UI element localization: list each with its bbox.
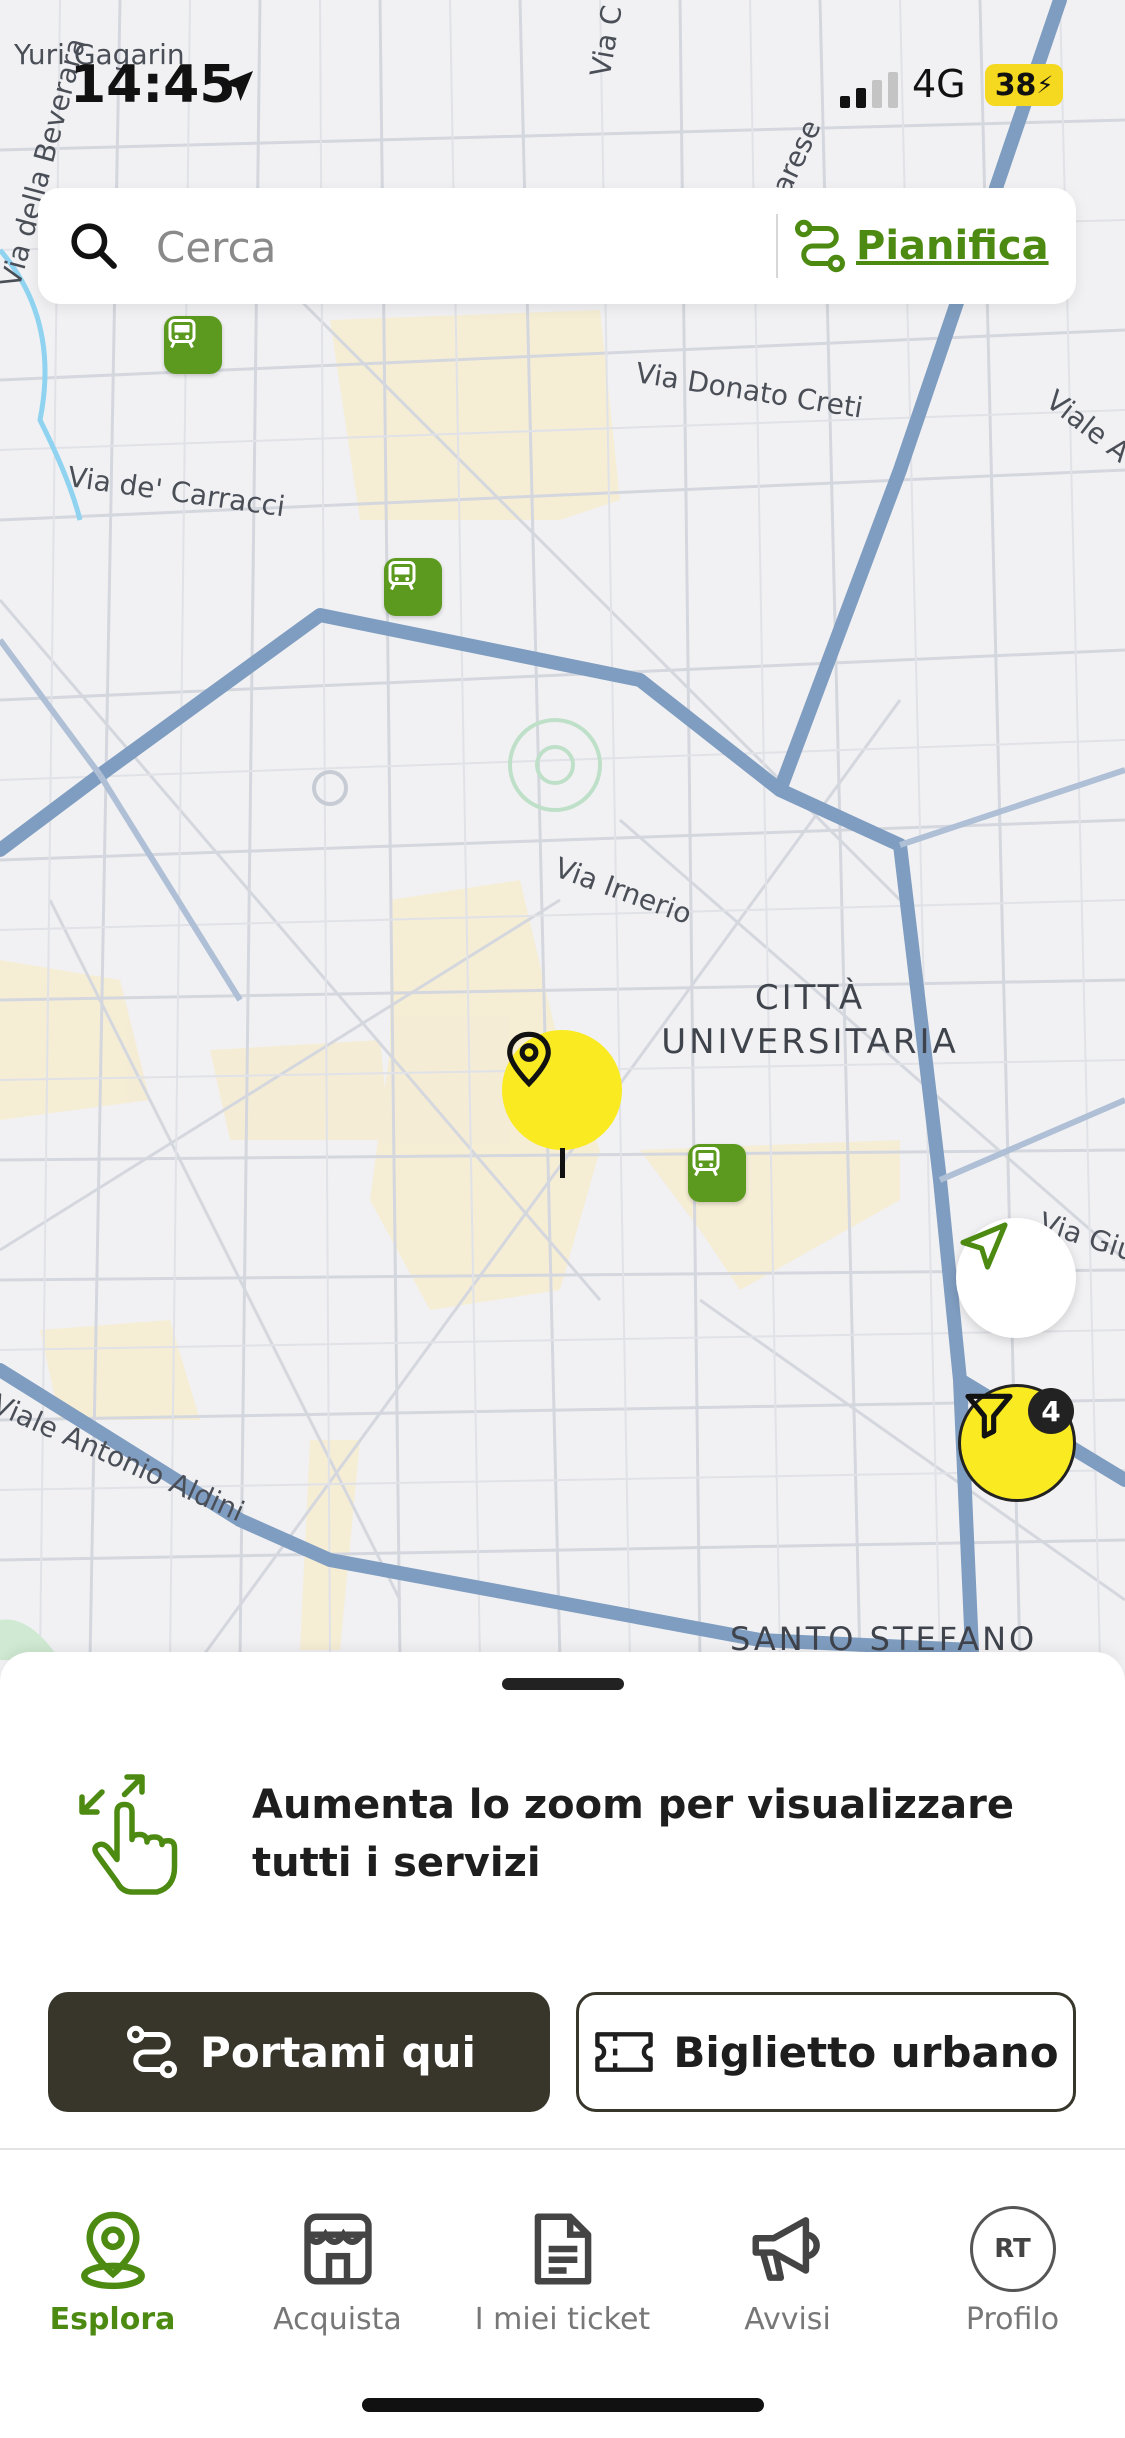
tab-avvisi[interactable]: Avvisi (675, 2206, 900, 2356)
tab-label: Avvisi (744, 2302, 831, 2337)
search-bar: Pianifica (38, 188, 1076, 304)
urban-ticket-button[interactable]: Biglietto urbano (576, 1992, 1076, 2112)
search-icon (71, 223, 117, 269)
bus-icon (168, 319, 196, 349)
tab-icon-wrapper: RT (969, 2206, 1056, 2292)
district-label-line1: CITTÀ (754, 978, 866, 1018)
plan-route-button[interactable]: Pianifica (790, 208, 1072, 284)
charging-icon: ⚡ (1036, 71, 1054, 99)
transit-stop-marker[interactable] (688, 1144, 746, 1202)
tab-esplora[interactable]: Esplora (0, 2206, 225, 2356)
pinch-zoom-icon (79, 1774, 178, 1895)
plan-route-label: Pianifica (856, 223, 1049, 269)
tab-label: Profilo (965, 2302, 1060, 2337)
route-icon (127, 2025, 178, 2079)
bottom-sheet: Aumenta lo zoom per visualizzare tutti i… (0, 1652, 1125, 2148)
ticket-icon (595, 2032, 654, 2072)
tab-icon-wrapper (295, 2206, 381, 2292)
location-services-icon (223, 71, 253, 101)
navigation-arrow-icon (960, 1222, 1008, 1270)
tab-profilo[interactable]: RT Profilo (900, 2206, 1125, 2356)
store-icon (303, 2213, 372, 2285)
filter-icon (965, 1393, 1013, 1439)
zoom-hint-text: Aumenta lo zoom per visualizzare tutti i… (252, 1782, 1015, 1886)
map-pin-icon (507, 1031, 551, 1088)
transit-stop-marker[interactable] (384, 558, 442, 616)
locate-me-button[interactable] (956, 1218, 1076, 1338)
tab-acquista[interactable]: Acquista (225, 2206, 450, 2356)
document-icon (534, 2213, 591, 2285)
district-label-line2: UNIVERSITARIA (661, 1022, 959, 1062)
tab-label: Acquista (273, 2302, 402, 2337)
avatar: RT (969, 2206, 1056, 2292)
battery-level: 38 (994, 67, 1037, 103)
pin-stem (560, 1148, 565, 1178)
megaphone-icon (752, 2217, 820, 2281)
map-pin-icon (80, 2211, 145, 2290)
network-type: 4G (912, 62, 966, 106)
home-indicator (362, 2398, 764, 2412)
tab-label: Esplora (49, 2302, 176, 2337)
tab-icon-wrapper (745, 2206, 831, 2292)
battery-indicator: 38 ⚡ (985, 64, 1063, 106)
status-time: 14:45 (70, 55, 236, 115)
bottom-tab-bar: Esplora Acquista I miei ticket Avvisi RT… (0, 2148, 1125, 2438)
sheet-drag-handle[interactable] (502, 1678, 624, 1690)
tab-label: I miei ticket (474, 2302, 651, 2337)
tab-icon-wrapper (70, 2206, 156, 2292)
tab-icon-wrapper (520, 2206, 606, 2292)
take-me-here-button[interactable]: Portami qui (48, 1992, 550, 2112)
transit-stop-marker[interactable] (164, 316, 222, 374)
bus-icon (388, 561, 416, 591)
urban-ticket-label: Biglietto urbano (673, 2027, 1059, 2077)
search-input[interactable] (154, 216, 778, 278)
route-icon (795, 219, 845, 273)
bus-icon (692, 1147, 720, 1177)
tab-i-miei-ticket[interactable]: I miei ticket (450, 2206, 675, 2356)
search-divider (776, 214, 778, 278)
district-label: CITTÀ UNIVERSITARIA (660, 976, 960, 1064)
take-me-here-label: Portami qui (200, 2027, 476, 2077)
status-bar: 14:45 4G 38 ⚡ (0, 0, 1125, 180)
cellular-signal-icon (840, 72, 898, 108)
filter-count-badge: 4 (1028, 1388, 1074, 1434)
selected-location-pin[interactable] (502, 1030, 622, 1150)
